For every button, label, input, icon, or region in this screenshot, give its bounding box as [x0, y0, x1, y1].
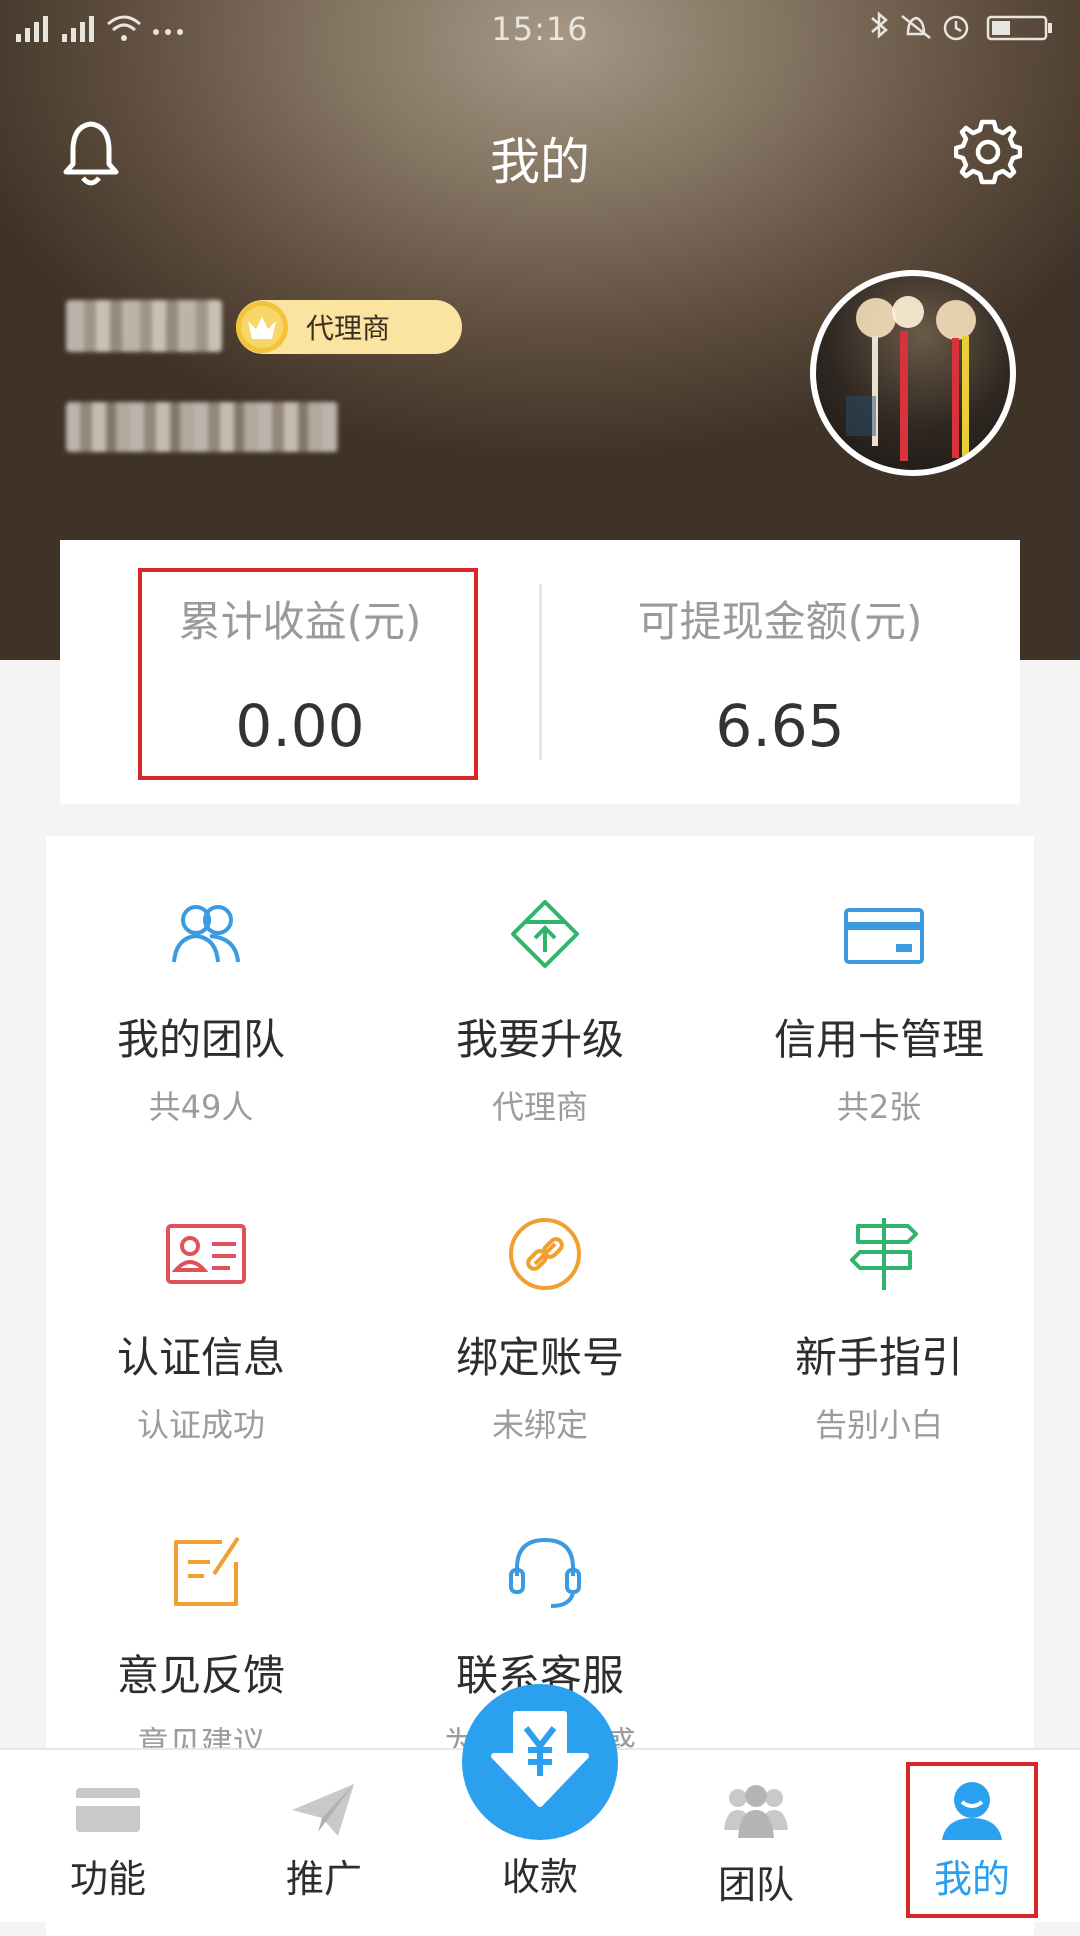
- feature-beginner-guide[interactable]: 新手指引 告别小白: [724, 1154, 1034, 1472]
- withdrawable-amount[interactable]: 可提现金额(元) 6.65: [540, 540, 1020, 804]
- page-title: 我的: [490, 133, 590, 191]
- avatar-photo: [846, 296, 976, 461]
- avatar[interactable]: [810, 270, 1016, 476]
- settings-gear-icon[interactable]: [954, 118, 1022, 186]
- feature-subtitle: 认证成功: [136, 1406, 265, 1444]
- feature-credit-card[interactable]: 信用卡管理 共2张: [724, 836, 1034, 1154]
- feature-bind-account[interactable]: 绑定账号 未绑定: [385, 1154, 695, 1472]
- id-card-icon: [166, 1224, 246, 1284]
- withdrawable-amount-value: 6.65: [715, 692, 845, 760]
- feedback-icon: [174, 1536, 240, 1606]
- feature-title: 认证信息: [116, 1333, 285, 1382]
- card-icon: [76, 1788, 140, 1832]
- badge-label: 代理商: [306, 312, 391, 345]
- upgrade-icon: [511, 900, 579, 968]
- feature-verification[interactable]: 认证信息 认证成功: [46, 1154, 356, 1472]
- feature-subtitle: 告别小白: [814, 1406, 943, 1444]
- paper-plane-icon: [292, 1784, 354, 1836]
- status-icons: [871, 11, 1052, 41]
- headset-icon: [509, 1537, 581, 1608]
- tab-label: 团队: [717, 1863, 794, 1907]
- tab-team[interactable]: 团队: [648, 1750, 864, 1922]
- bluetooth-icon: [871, 11, 888, 39]
- feature-subtitle: 共49人: [148, 1088, 254, 1126]
- status-bar: 15:16: [0, 0, 1080, 58]
- receive-payment-button[interactable]: [462, 1684, 618, 1840]
- feature-my-team[interactable]: 我的团队 共49人: [46, 836, 356, 1154]
- link-icon: [509, 1218, 581, 1290]
- team-icon: [172, 905, 240, 963]
- crown-badge-icon: [236, 301, 288, 353]
- feature-feedback[interactable]: 意见反馈 意见建议: [46, 1472, 356, 1790]
- agent-level-badge[interactable]: 代理商: [236, 300, 462, 354]
- feature-title: 新手指引: [794, 1333, 963, 1382]
- signpost-icon: [850, 1218, 918, 1290]
- user-name-blurred: [66, 300, 222, 352]
- tab-label: 功能: [69, 1857, 146, 1901]
- feature-upgrade[interactable]: 我要升级 代理商: [385, 836, 695, 1154]
- highlight-box-mine-tab: [906, 1762, 1038, 1918]
- feature-subtitle: 共2张: [836, 1088, 922, 1126]
- user-phone-blurred: [66, 402, 338, 452]
- feature-title: 绑定账号: [455, 1333, 624, 1382]
- yen-download-icon: [491, 1711, 589, 1807]
- feature-subtitle: 代理商: [491, 1088, 588, 1126]
- tab-functions[interactable]: 功能: [0, 1750, 216, 1922]
- feature-title: 信用卡管理: [773, 1015, 984, 1064]
- tab-label: 推广: [285, 1857, 362, 1901]
- withdrawable-amount-label: 可提现金额(元): [637, 597, 923, 646]
- mute-bell-icon: [901, 15, 931, 39]
- tab-receive-label: 收款: [501, 1855, 578, 1899]
- top-bar: 我的: [0, 100, 1080, 210]
- tab-promote[interactable]: 推广: [216, 1750, 432, 1922]
- highlight-box-earnings: [138, 568, 478, 780]
- credit-card-icon: [844, 908, 924, 964]
- feature-subtitle: 未绑定: [491, 1406, 588, 1444]
- feature-title: 我要升级: [455, 1015, 624, 1064]
- group-icon: [724, 1785, 788, 1838]
- feature-title: 我的团队: [116, 1015, 285, 1064]
- feature-title: 意见反馈: [116, 1651, 285, 1700]
